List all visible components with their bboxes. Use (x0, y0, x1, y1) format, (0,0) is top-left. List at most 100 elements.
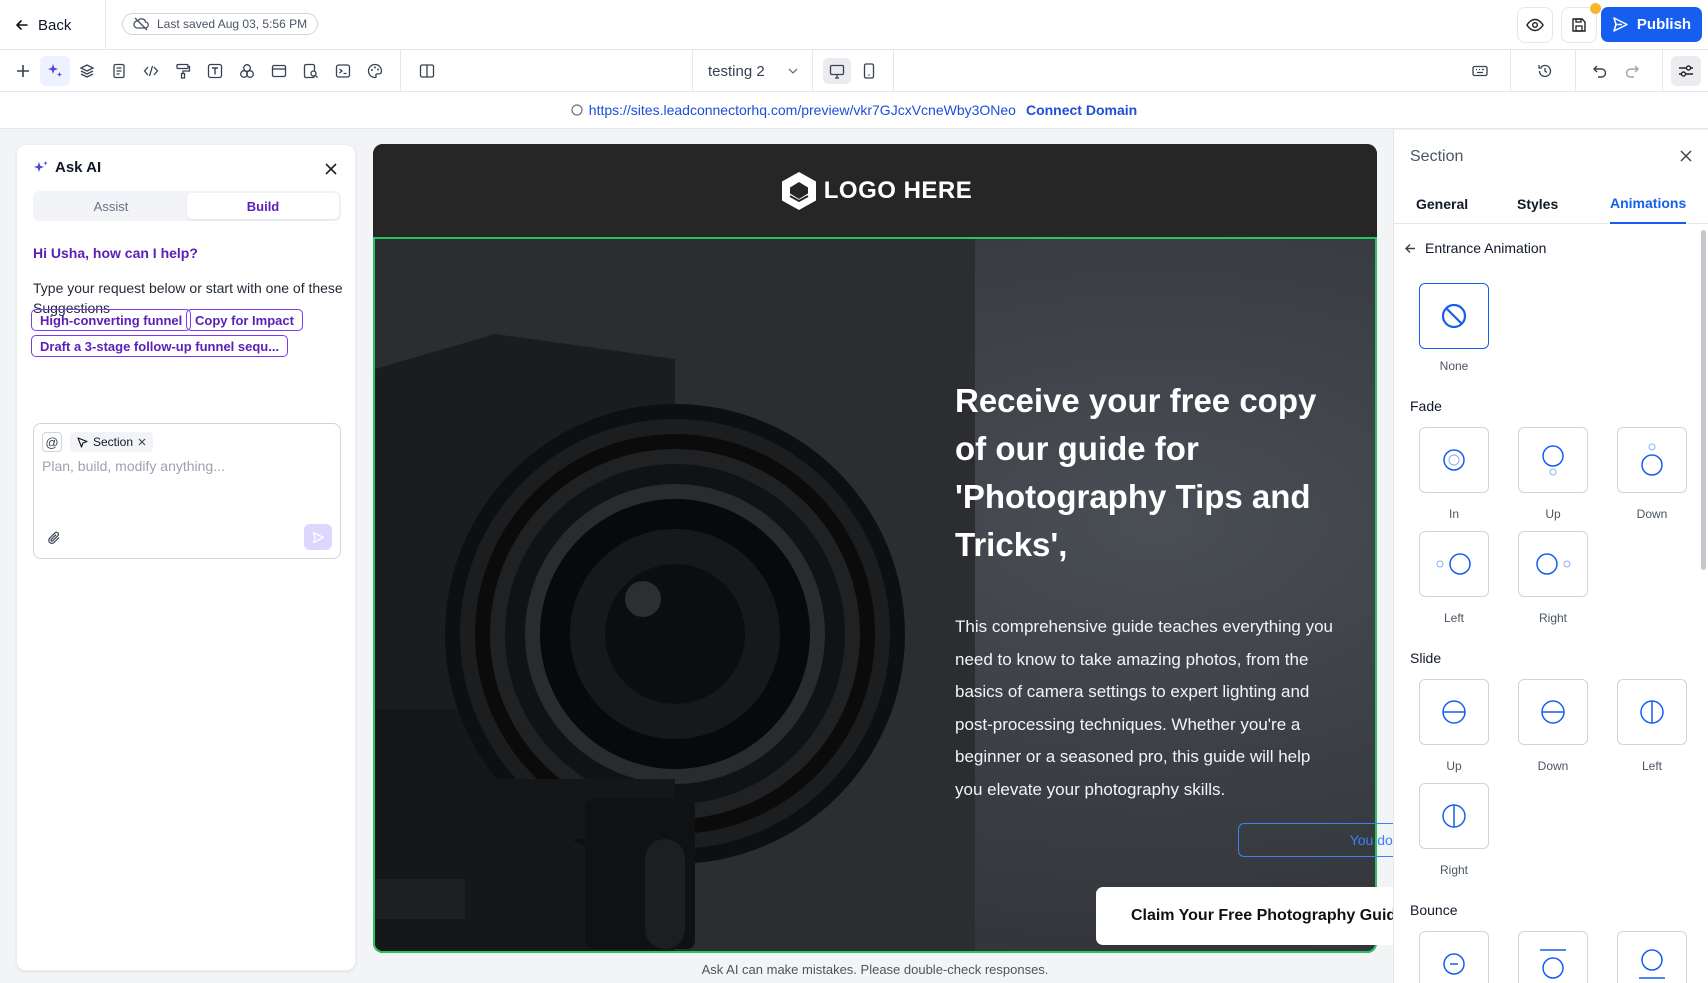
animation-bounce-in[interactable] (1419, 931, 1489, 983)
slide-group-title: Slide (1410, 650, 1442, 666)
logo[interactable]: LOGO HERE (778, 170, 973, 212)
animation-bounce-down[interactable] (1617, 931, 1687, 983)
pages-button[interactable] (104, 56, 134, 86)
preview-button[interactable] (1517, 7, 1553, 43)
bounce-up-icon (1540, 949, 1566, 979)
fade-left-icon (1436, 553, 1471, 575)
tab-general[interactable]: General (1416, 184, 1468, 224)
add-element-button[interactable] (8, 56, 38, 86)
elements-button[interactable] (232, 56, 262, 86)
palette-icon (367, 63, 383, 79)
animation-fade-right[interactable] (1518, 531, 1588, 597)
terminal-icon (335, 64, 351, 78)
last-saved-text: Last saved Aug 03, 5:56 PM (157, 17, 308, 31)
page-select[interactable]: testing 2 (708, 61, 798, 81)
panel-close-button[interactable] (1676, 146, 1696, 166)
suggestion-chip[interactable]: Copy for Impact (186, 309, 303, 331)
panel-scrollbar[interactable] (1701, 230, 1706, 570)
terminal-button[interactable] (328, 56, 358, 86)
hero-description[interactable]: This comprehensive guide teaches everyth… (955, 611, 1340, 806)
hero-section[interactable]: Receive your free copy of our guide for … (373, 237, 1377, 953)
context-tag: Section (70, 432, 154, 452)
connect-domain-link[interactable]: Connect Domain (1026, 102, 1137, 118)
animation-fade-in[interactable] (1419, 427, 1489, 493)
monitor-icon (829, 64, 845, 79)
ai-disclaimer: Ask AI can make mistakes. Please double-… (701, 962, 1049, 977)
send-prompt-button[interactable] (304, 524, 332, 550)
bounce-in-icon (1443, 953, 1465, 975)
animation-fade-up[interactable] (1518, 427, 1588, 493)
tab-animations[interactable]: Animations (1610, 184, 1687, 224)
settings-panel-button[interactable] (1671, 56, 1701, 86)
ai-prompt-box[interactable]: @ Section Plan, build, modify anything..… (33, 423, 341, 559)
page-canvas: LOGO HERE Receive your free copy of our … (373, 144, 1377, 953)
undo-button[interactable] (1585, 56, 1615, 86)
send-icon (1613, 17, 1628, 32)
ask-ai-close-button[interactable] (321, 159, 341, 179)
animation-label: Left (1641, 759, 1662, 773)
typography-button[interactable] (200, 56, 230, 86)
animation-slide-right[interactable] (1419, 783, 1489, 849)
preview-url-link[interactable]: https://sites.leadconnectorhq.com/previe… (571, 102, 1016, 118)
tab-assist[interactable]: Assist (35, 193, 187, 219)
seo-button[interactable] (296, 56, 326, 86)
document-search-icon (303, 63, 319, 79)
code-button[interactable] (136, 56, 166, 86)
animation-fade-left[interactable] (1419, 531, 1489, 597)
save-button[interactable] (1561, 3, 1601, 43)
mobile-view-button[interactable] (855, 58, 883, 84)
fade-up-icon (1542, 445, 1564, 476)
tab-styles[interactable]: Styles (1517, 184, 1558, 224)
animation-label: Up (1446, 759, 1462, 773)
animation-none[interactable] (1419, 283, 1489, 349)
paint-button[interactable] (168, 56, 198, 86)
entrance-animation-back[interactable]: Entrance Animation (1404, 240, 1546, 256)
publish-button[interactable]: Publish (1601, 7, 1702, 42)
ai-prompt-placeholder: Plan, build, modify anything... (42, 458, 225, 474)
animation-slide-up[interactable] (1419, 679, 1489, 745)
mention-button[interactable]: @ (42, 432, 62, 452)
arrow-left-icon (16, 20, 28, 30)
animation-slide-left[interactable] (1617, 679, 1687, 745)
publish-label: Publish (1636, 16, 1692, 33)
page-icon (113, 63, 125, 79)
redo-button[interactable] (1617, 56, 1647, 86)
ai-tool-button[interactable] (40, 56, 70, 86)
divider (1575, 50, 1576, 92)
close-icon (1680, 150, 1692, 162)
fade-in-icon (1443, 449, 1465, 471)
animation-fade-down[interactable] (1617, 427, 1687, 493)
tab-build[interactable]: Build (187, 193, 339, 219)
panel-tabs: General Styles Animations (1394, 184, 1708, 224)
animation-label: Down (1537, 759, 1569, 773)
page-header-section[interactable]: LOGO HERE (373, 144, 1377, 237)
divider (400, 50, 401, 92)
theme-button[interactable] (360, 56, 390, 86)
code-icon (143, 65, 159, 77)
animation-label: Right (1439, 863, 1468, 877)
layers-button[interactable] (72, 56, 102, 86)
context-tag-label: Section (93, 435, 134, 449)
preview-url-bar: https://sites.leadconnectorhq.com/previe… (0, 92, 1708, 129)
ask-ai-title-text: Ask AI (55, 159, 102, 176)
logo-hexagon-icon (781, 171, 816, 210)
keyboard-shortcuts-button[interactable] (1465, 56, 1495, 86)
history-button[interactable] (1530, 56, 1560, 86)
animation-bounce-up[interactable] (1518, 931, 1588, 983)
attach-button[interactable] (44, 528, 64, 548)
suggestion-chip[interactable]: High-converting funnel (31, 309, 192, 331)
bounce-group-title: Bounce (1410, 902, 1458, 918)
desktop-view-button[interactable] (823, 58, 851, 84)
back-button[interactable]: Back (14, 12, 71, 38)
eye-icon (1526, 18, 1544, 32)
close-icon[interactable] (138, 438, 146, 446)
suggestion-chip[interactable]: Draft a 3-stage follow-up funnel sequ... (31, 335, 289, 357)
toggle-panel-button[interactable] (412, 56, 442, 86)
slide-right-icon (1442, 804, 1466, 828)
slide-up-icon (1442, 700, 1466, 724)
divider (812, 50, 813, 92)
hero-headline[interactable]: Receive your free copy of our guide for … (955, 377, 1355, 569)
animation-slide-down[interactable] (1518, 679, 1588, 745)
claim-guide-button[interactable]: Claim Your Free Photography Guide (1096, 887, 1440, 945)
browser-button[interactable] (264, 56, 294, 86)
